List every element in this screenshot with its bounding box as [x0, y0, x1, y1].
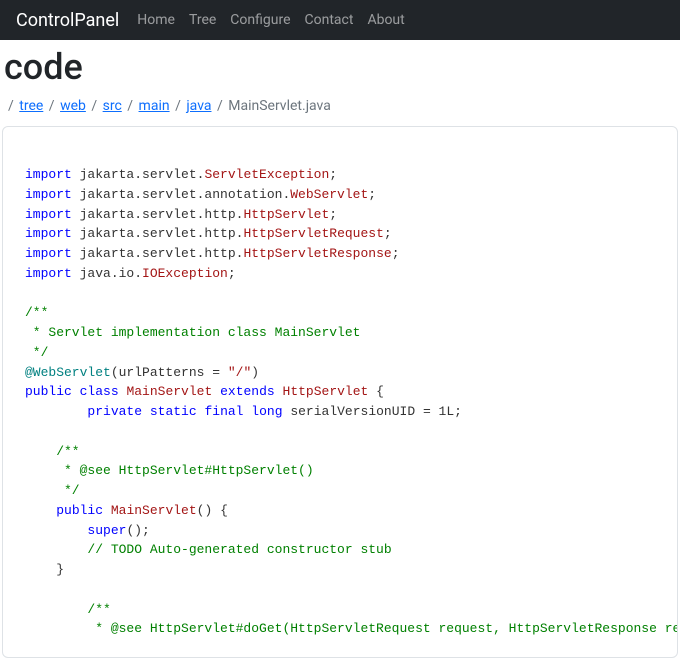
code-kw: import [25, 266, 72, 281]
code-kw: static [150, 404, 197, 419]
code-cls: MainServlet [111, 503, 197, 518]
code-text: ; [392, 246, 400, 261]
code-text: (urlPatterns = [111, 365, 228, 380]
code-text: ; [329, 207, 337, 222]
page-title: code [0, 40, 680, 94]
code-comment: */ [25, 345, 48, 360]
nav-item-contact[interactable]: Contact [305, 12, 354, 28]
code-block: import jakarta.servlet.ServletException;… [25, 165, 657, 639]
code-text: jakarta.servlet.http. [72, 246, 244, 261]
code-kw: long [251, 404, 282, 419]
code-text: serialVersionUID = 1L; [283, 404, 462, 419]
code-cls: IOException [142, 266, 228, 281]
code-cls: WebServlet [290, 187, 368, 202]
code-kw: import [25, 226, 72, 241]
code-cls: MainServlet [126, 384, 212, 399]
code-text: ) [251, 365, 259, 380]
nav-item-tree[interactable]: Tree [189, 12, 216, 28]
breadcrumb-link-main[interactable]: main [139, 98, 170, 114]
code-kw: import [25, 167, 72, 182]
code-text: (); [126, 523, 149, 538]
navbar-brand[interactable]: ControlPanel [16, 10, 119, 31]
breadcrumb-sep: / [215, 98, 225, 114]
code-comment: * Servlet implementation class MainServl… [25, 325, 360, 340]
code-kw: public [56, 503, 103, 518]
breadcrumb-sep: / [6, 98, 16, 114]
breadcrumb-link-web[interactable]: web [60, 98, 86, 114]
breadcrumb-current: MainServlet.java [228, 98, 331, 114]
code-text: ; [228, 266, 236, 281]
code-comment: * @see HttpServlet#doGet(HttpServletRequ… [25, 621, 678, 636]
code-kw: super [87, 523, 126, 538]
breadcrumb-link-tree[interactable]: tree [19, 98, 43, 114]
breadcrumb-sep: / [47, 98, 57, 114]
code-cls: ServletException [204, 167, 329, 182]
code-text: jakarta.servlet.http. [72, 226, 244, 241]
breadcrumb-sep: / [89, 98, 99, 114]
code-text: jakarta.servlet. [72, 167, 205, 182]
breadcrumb-sep: / [173, 98, 183, 114]
code-comment: * @see HttpServlet#HttpServlet() [25, 463, 314, 478]
nav-item-about[interactable]: About [367, 12, 404, 28]
code-string: "/" [228, 365, 251, 380]
nav-item-home[interactable]: Home [137, 12, 175, 28]
code-text: () { [197, 503, 228, 518]
breadcrumb: / tree / web / src / main / java / MainS… [0, 94, 680, 126]
code-cls: HttpServletResponse [243, 246, 391, 261]
code-text: ; [384, 226, 392, 241]
code-text: java.io. [72, 266, 142, 281]
code-card: import jakarta.servlet.ServletException;… [2, 126, 678, 658]
code-comment: /** [25, 444, 80, 459]
code-text: jakarta.servlet.http. [72, 207, 244, 222]
navbar: ControlPanel Home Tree Configure Contact… [0, 0, 680, 40]
breadcrumb-sep: / [125, 98, 135, 114]
code-kw: extends [220, 384, 275, 399]
code-comment: /** [25, 602, 111, 617]
code-text: ; [329, 167, 337, 182]
code-cls: HttpServletRequest [243, 226, 383, 241]
code-kw: import [25, 187, 72, 202]
code-kw: private [87, 404, 142, 419]
breadcrumb-link-src[interactable]: src [103, 98, 122, 114]
code-kw: final [204, 404, 243, 419]
code-kw: class [80, 384, 119, 399]
code-comment: /** [25, 305, 48, 320]
code-comment: // TODO Auto-generated constructor stub [25, 542, 392, 557]
code-comment: */ [25, 483, 80, 498]
nav-item-configure[interactable]: Configure [230, 12, 290, 28]
code-text: { [368, 384, 384, 399]
code-text: ; [368, 187, 376, 202]
code-cls: HttpServlet [283, 384, 369, 399]
code-kw: import [25, 207, 72, 222]
code-kw: import [25, 246, 72, 261]
code-text: } [25, 562, 64, 577]
code-annotation: @WebServlet [25, 365, 111, 380]
code-cls: HttpServlet [243, 207, 329, 222]
breadcrumb-link-java[interactable]: java [186, 98, 211, 114]
code-kw: public [25, 384, 72, 399]
code-text: jakarta.servlet.annotation. [72, 187, 290, 202]
